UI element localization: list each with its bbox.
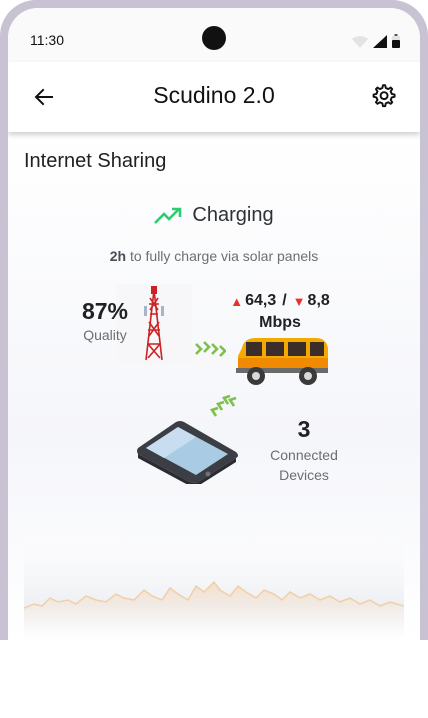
gear-icon[interactable] xyxy=(370,83,396,109)
upload-speed: 64,3 xyxy=(245,292,277,309)
download-arrow-icon: ▼ xyxy=(292,293,306,309)
devices-label-line1: Connected xyxy=(270,447,338,463)
signal-icon xyxy=(373,35,387,48)
trending-up-icon xyxy=(154,207,182,224)
status-time: 11:30 xyxy=(30,32,64,48)
signal-arrows-icon xyxy=(195,341,226,357)
system-icons xyxy=(352,34,400,48)
van-image xyxy=(236,338,328,385)
signal-arrows-icon xyxy=(209,394,237,417)
app-bar: Scudino 2.0 xyxy=(8,62,420,132)
battery-icon xyxy=(392,34,400,48)
quality-label: Quality xyxy=(83,327,127,343)
page-title: Scudino 2.0 xyxy=(153,82,275,108)
tablet-image xyxy=(137,421,238,484)
charge-time-description: to fully charge via solar panels xyxy=(126,248,319,264)
charging-status: Charging xyxy=(8,204,420,227)
quality-value: 87% xyxy=(81,298,129,324)
devices-count: 3 xyxy=(297,416,311,442)
signal-graph xyxy=(24,520,404,640)
quality-stat: 87% Quality xyxy=(70,298,140,343)
devices-label-line2: Devices xyxy=(279,467,329,483)
camera-cutout xyxy=(202,26,226,50)
speed-stat: ▲ 64,3 / ▼ 8,8 Mbps xyxy=(220,292,340,332)
phone-frame: 11:30 Scudino 2.0 Internet Sharing Charg… xyxy=(0,0,428,640)
phone-screen: 11:30 Scudino 2.0 Internet Sharing Charg… xyxy=(8,8,420,640)
charge-time-text: 2h to fully charge via solar panels xyxy=(8,248,420,264)
speed-unit: Mbps xyxy=(259,314,301,331)
charge-time-value: 2h xyxy=(109,248,127,264)
charging-label: Charging xyxy=(192,204,274,226)
devices-stat: 3 Connected Devices xyxy=(262,416,346,485)
main-content: Internet Sharing Charging 2h to fully ch… xyxy=(8,132,420,640)
status-bar: 11:30 xyxy=(8,8,420,62)
wifi-icon xyxy=(352,36,368,48)
section-title: Internet Sharing xyxy=(24,150,167,172)
download-speed: 8,8 xyxy=(307,292,330,309)
speed-separator: / xyxy=(282,292,287,309)
upload-arrow-icon: ▲ xyxy=(230,293,244,309)
